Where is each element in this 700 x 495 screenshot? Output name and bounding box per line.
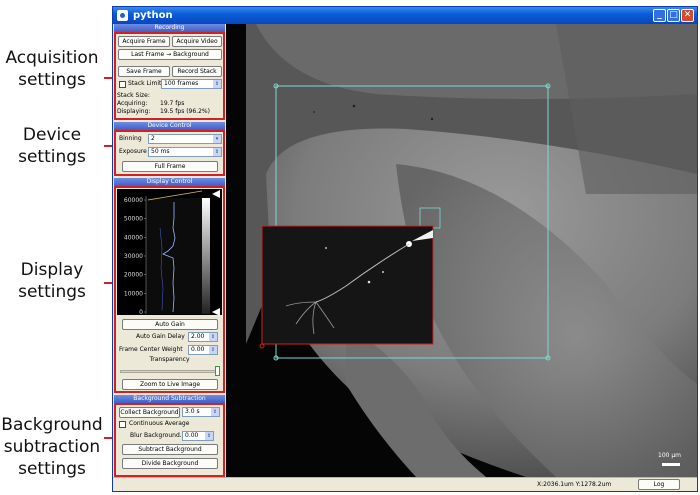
exposure-value: 50 ms: [151, 148, 170, 155]
annotation-device: Device settings: [18, 125, 86, 167]
stack-limit-spin-icon[interactable]: ⇕: [213, 80, 221, 88]
control-panel: Recording Acquire Frame Acquire Video La…: [113, 24, 226, 477]
histogram-tick-label: 10000: [124, 290, 143, 297]
annotation-display: Display settings: [18, 260, 86, 302]
histogram-widget[interactable]: 60000 50000 40000 30000 20000 10000 0: [116, 188, 223, 316]
display-settings-group: 60000 50000 40000 30000 20000 10000 0 Auto Gai…: [114, 186, 225, 393]
collect-background-spin-icon[interactable]: ⇕: [211, 408, 219, 416]
displaying-fps: 19.5 fps (96.2%): [160, 108, 210, 115]
histogram-tick-label: 0: [139, 309, 143, 316]
transparency-slider-handle[interactable]: [215, 366, 220, 376]
title-bar[interactable]: python _ □ ✕: [113, 7, 697, 24]
continuous-average-label: Continuous Average: [129, 420, 190, 427]
maximize-button[interactable]: □: [667, 9, 680, 22]
log-button[interactable]: Log: [638, 479, 680, 490]
histogram-tick-label: 50000: [124, 216, 143, 223]
auto-gain-delay-spin-icon[interactable]: ⇕: [209, 333, 217, 341]
collect-background-duration[interactable]: 3.0 s ⇕: [182, 407, 220, 417]
collect-background-button[interactable]: Collect Background: [119, 407, 180, 418]
close-button[interactable]: ✕: [681, 9, 694, 22]
acquire-video-button[interactable]: Acquire Video: [172, 36, 222, 47]
histogram-tick-label: 20000: [124, 272, 143, 279]
last-frame-background-button[interactable]: Last Frame → Background: [118, 49, 222, 60]
histogram-tick-label: 30000: [124, 253, 143, 260]
blur-background-spin-icon[interactable]: ⇕: [205, 432, 213, 440]
exposure-spinbox[interactable]: 50 ms ⇕: [148, 147, 222, 157]
microscope-image: [246, 24, 697, 477]
inset-handle-icon[interactable]: [259, 343, 265, 349]
annotation-acquisition: Acquisition settings: [5, 48, 99, 90]
background-subtraction-group: Collect Background 3.0 s ⇕ Continuous Av…: [114, 403, 225, 477]
binning-label: Binning: [119, 135, 142, 142]
subtract-background-button[interactable]: Subtract Background: [122, 444, 218, 455]
status-bar: X:2036.1um Y:1278.2um Log: [113, 477, 697, 491]
stack-limit-value: 100 frames: [164, 80, 199, 87]
acquisition-settings-group: Acquire Frame Acquire Video Last Frame →…: [114, 32, 225, 120]
scale-bar-label: 100 μm: [658, 452, 682, 459]
gain-gradient-bar: [202, 198, 210, 314]
image-viewport[interactable]: 100 μm: [226, 24, 697, 477]
record-stack-button[interactable]: Record Stack: [172, 66, 222, 77]
frame-center-weight-spin-icon[interactable]: ⇕: [209, 346, 217, 354]
background-group-title: Background Subtraction: [114, 395, 225, 403]
frame-center-weight-spinbox[interactable]: 0.00 ⇕: [188, 345, 218, 355]
recording-group-title: Recording: [114, 24, 225, 32]
annotation-background: Background subtraction settings: [1, 415, 103, 479]
stack-limit-label: Stack Limit: [128, 80, 162, 87]
transparency-slider[interactable]: [120, 366, 220, 376]
acquiring-label: Acquiring:: [117, 100, 148, 107]
minimize-button[interactable]: _: [653, 9, 666, 22]
histogram-tick-label: 60000: [124, 197, 143, 204]
frame-center-weight-value: 0.00: [191, 346, 205, 353]
frame-center-weight-label: Frame Center Weight: [119, 346, 183, 353]
device-group-title: Device Control: [114, 122, 225, 130]
chevron-down-icon[interactable]: ▾: [213, 135, 221, 143]
histogram-tick-label: 40000: [124, 234, 143, 241]
app-window: python _ □ ✕ Recording Acquire Frame Acq…: [112, 6, 698, 492]
blur-background-label: Blur Background.: [130, 432, 182, 439]
acquire-frame-button[interactable]: Acquire Frame: [118, 36, 170, 47]
stack-limit-spinbox[interactable]: 100 frames ⇕: [161, 79, 222, 89]
auto-gain-delay-spinbox[interactable]: 2.00 ⇕: [188, 332, 218, 342]
auto-gain-delay-value: 2.00: [191, 333, 205, 340]
blur-background-spinbox[interactable]: 0.00 ⇕: [182, 431, 214, 441]
auto-gain-button[interactable]: Auto Gain: [122, 319, 218, 330]
binning-value: 2: [151, 135, 155, 142]
full-frame-button[interactable]: Full Frame: [122, 161, 218, 172]
acquiring-fps: 19.7 fps: [160, 100, 185, 107]
stack-limit-checkbox[interactable]: [119, 81, 126, 88]
stack-size-label: Stack Size:: [117, 92, 150, 99]
display-group-title: Display Control: [114, 178, 225, 186]
cursor-coordinates: X:2036.1um Y:1278.2um: [537, 481, 612, 488]
binning-dropdown[interactable]: 2 ▾: [148, 134, 222, 144]
continuous-average-checkbox[interactable]: [119, 421, 126, 428]
scale-bar: [662, 463, 680, 466]
device-settings-group: Binning 2 ▾ Exposure 50 ms ⇕ Full Frame: [114, 130, 225, 176]
exposure-label: Exposure: [119, 148, 147, 155]
divide-background-button[interactable]: Divide Background: [122, 458, 218, 469]
python-app-icon: [117, 10, 128, 21]
collect-background-duration-value: 3.0 s: [185, 408, 200, 415]
figure-root: Acquisition settings Device settings Dis…: [0, 0, 700, 495]
displaying-label: Displaying:: [117, 108, 151, 115]
window-title: python: [133, 10, 173, 21]
blur-background-value: 0.00: [185, 432, 199, 439]
auto-gain-delay-label: Auto Gain Delay: [136, 333, 185, 340]
zoom-to-live-image-button[interactable]: Zoom to Live Image: [122, 379, 218, 390]
save-frame-button[interactable]: Save Frame: [118, 66, 170, 77]
transparency-label: Transparency: [149, 356, 190, 363]
exposure-spin-icon[interactable]: ⇕: [213, 148, 221, 156]
